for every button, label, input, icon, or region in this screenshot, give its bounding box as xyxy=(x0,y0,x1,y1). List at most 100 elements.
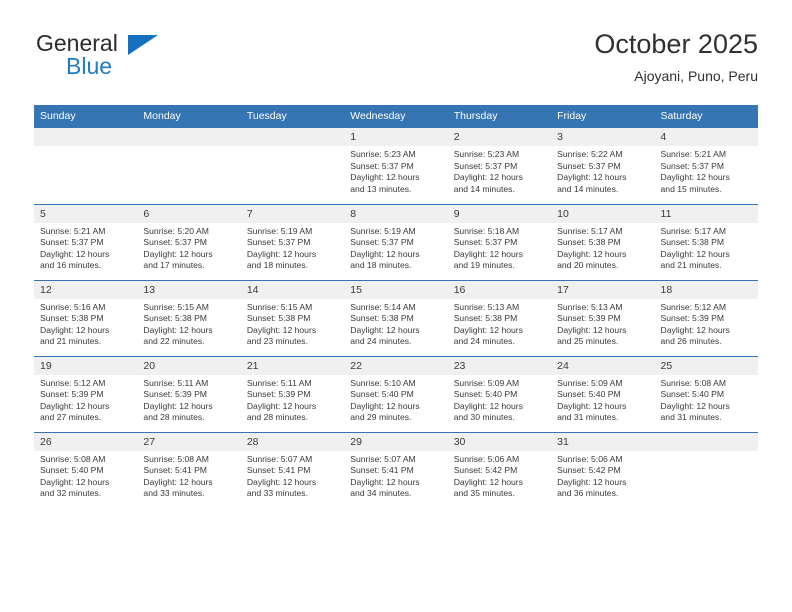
calendar-day-cell[interactable]: 10 Sunrise: 5:17 AM Sunset: 5:38 PM Dayligh… xyxy=(551,203,655,280)
calendar-day-cell[interactable]: 1 Sunrise: 5:23 AM Sunset: 5:37 PM Daylight… xyxy=(344,128,448,204)
calendar-day-cell[interactable]: 30 Sunrise: 5:06 AM Sunset: 5:42 PM Dayligh… xyxy=(447,431,552,508)
calendar-day-cell[interactable]: 6 Sunrise: 5:20 AM Sunset: 5:37 PM Daylight… xyxy=(137,203,241,280)
day-detail-line: Sunset: 5:37 PM xyxy=(453,237,518,248)
day-number: 15 xyxy=(344,280,448,299)
calendar-day-cell[interactable]: 24 Sunrise: 5:09 AM Sunset: 5:40 PM Dayligh… xyxy=(551,355,655,432)
calendar-day-cell[interactable]: 7 Sunrise: 5:19 AM Sunset: 5:37 PM Daylight… xyxy=(240,203,345,280)
calendar-day-cell[interactable]: 29 Sunrise: 5:07 AM Sunset: 5:41 PM Dayligh… xyxy=(344,431,448,508)
title-block: October 2025 Ajoyani, Puno, Peru xyxy=(594,28,758,86)
day-number: 19 xyxy=(34,356,138,375)
day-detail-line: and 26 minutes. xyxy=(660,336,722,347)
day-details: Sunrise: 5:08 AM Sunset: 5:41 PM Daylight:… xyxy=(137,451,240,500)
day-detail-line: Sunset: 5:41 PM xyxy=(350,465,414,476)
calendar-page: General Blue October 2025 Ajoyani, Puno,… xyxy=(0,0,792,612)
day-detail-line: and 34 minutes. xyxy=(350,488,412,499)
day-detail-line: Sunrise: 5:08 AM xyxy=(660,377,726,388)
calendar-week-row: 26 Sunrise: 5:08 AM Sunset: 5:40 PM Dayligh… xyxy=(34,431,758,508)
day-detail-line: Sunrise: 5:08 AM xyxy=(143,453,209,464)
page-header: General Blue October 2025 Ajoyani, Puno,… xyxy=(34,28,758,94)
calendar-day-cell[interactable]: 4 Sunrise: 5:21 AM Sunset: 5:37 PM Daylight… xyxy=(654,128,758,204)
day-detail-line: and 24 minutes. xyxy=(453,336,515,347)
day-detail-line: Daylight: 12 hours xyxy=(40,400,110,411)
calendar-day-cell[interactable]: 12 Sunrise: 5:16 AM Sunset: 5:38 PM Dayligh… xyxy=(34,279,138,356)
calendar-day-cell[interactable]: 14 Sunrise: 5:15 AM Sunset: 5:38 PM Dayligh… xyxy=(240,279,345,356)
calendar-day-cell[interactable]: 11 Sunrise: 5:17 AM Sunset: 5:38 PM Dayligh… xyxy=(654,203,758,280)
calendar-empty-cell xyxy=(137,128,241,204)
day-detail-line: Sunrise: 5:17 AM xyxy=(557,225,623,236)
day-detail-line: Sunset: 5:39 PM xyxy=(557,313,621,324)
day-detail-line: Daylight: 12 hours xyxy=(453,400,523,411)
day-detail-line: Sunrise: 5:17 AM xyxy=(660,225,726,236)
day-number: 17 xyxy=(551,280,655,299)
day-detail-line: Sunset: 5:40 PM xyxy=(660,389,725,400)
day-number: 14 xyxy=(240,280,345,299)
day-detail-line: and 31 minutes. xyxy=(660,412,722,423)
calendar-day-cell[interactable]: 21 Sunrise: 5:11 AM Sunset: 5:39 PM Dayligh… xyxy=(240,355,345,432)
day-detail-line: Sunrise: 5:13 AM xyxy=(453,301,520,312)
day-detail-line: Sunrise: 5:15 AM xyxy=(246,301,313,312)
day-details: Sunrise: 5:07 AM Sunset: 5:41 PM Daylight:… xyxy=(241,451,344,500)
calendar-day-cell[interactable]: 9 Sunrise: 5:18 AM Sunset: 5:37 PM Daylight… xyxy=(447,203,552,280)
day-detail-line: and 30 minutes. xyxy=(453,412,515,423)
calendar-day-cell[interactable]: 17 Sunrise: 5:13 AM Sunset: 5:39 PM Dayligh… xyxy=(551,279,655,356)
day-details: Sunrise: 5:08 AM Sunset: 5:40 PM Daylight:… xyxy=(34,451,137,500)
day-details: Sunrise: 5:15 AM Sunset: 5:38 PM Daylight:… xyxy=(137,299,240,348)
day-details: Sunrise: 5:21 AM Sunset: 5:37 PM Daylight:… xyxy=(34,223,137,272)
day-details: Sunrise: 5:23 AM Sunset: 5:37 PM Daylight:… xyxy=(344,146,447,195)
day-detail-line: Sunset: 5:37 PM xyxy=(143,237,207,248)
calendar-day-cell[interactable]: 28 Sunrise: 5:07 AM Sunset: 5:41 PM Dayligh… xyxy=(240,431,345,508)
calendar-day-cell[interactable]: 18 Sunrise: 5:12 AM Sunset: 5:39 PM Dayligh… xyxy=(654,279,758,356)
day-detail-line: and 36 minutes. xyxy=(557,488,619,499)
calendar-day-cell[interactable]: 8 Sunrise: 5:19 AM Sunset: 5:37 PM Daylight… xyxy=(344,203,448,280)
day-details: Sunrise: 5:21 AM Sunset: 5:37 PM Daylight:… xyxy=(655,146,758,195)
calendar-day-cell[interactable]: 25 Sunrise: 5:08 AM Sunset: 5:40 PM Dayligh… xyxy=(654,355,758,432)
calendar-week-row: 5 Sunrise: 5:21 AM Sunset: 5:37 PM Daylight… xyxy=(34,203,758,280)
day-detail-line: Daylight: 12 hours xyxy=(40,248,110,259)
day-detail-line: Sunrise: 5:10 AM xyxy=(350,377,416,388)
day-number: 24 xyxy=(551,356,655,375)
calendar-day-cell[interactable]: 2 Sunrise: 5:23 AM Sunset: 5:37 PM Daylight… xyxy=(447,128,552,204)
calendar-day-cell[interactable]: 31 Sunrise: 5:06 AM Sunset: 5:42 PM Dayligh… xyxy=(551,431,655,508)
day-number: 7 xyxy=(240,204,345,223)
weekday-header-tuesday: Tuesday xyxy=(240,105,345,128)
day-detail-line: Sunrise: 5:09 AM xyxy=(453,377,520,388)
day-detail-line: Daylight: 12 hours xyxy=(143,324,213,335)
calendar-day-cell[interactable]: 5 Sunrise: 5:21 AM Sunset: 5:37 PM Daylight… xyxy=(34,203,138,280)
day-detail-line: Sunrise: 5:07 AM xyxy=(246,453,313,464)
day-detail-line: Sunrise: 5:07 AM xyxy=(350,453,416,464)
calendar-week-row: 19 Sunrise: 5:12 AM Sunset: 5:39 PM Dayligh… xyxy=(34,355,758,432)
day-detail-line: Sunset: 5:38 PM xyxy=(660,237,725,248)
day-details: Sunrise: 5:15 AM Sunset: 5:38 PM Daylight:… xyxy=(241,299,344,348)
calendar-day-cell[interactable]: 26 Sunrise: 5:08 AM Sunset: 5:40 PM Dayligh… xyxy=(34,431,138,508)
day-detail-line: Daylight: 12 hours xyxy=(246,324,317,335)
day-detail-line: Sunrise: 5:18 AM xyxy=(453,225,520,236)
calendar-day-cell[interactable]: 15 Sunrise: 5:14 AM Sunset: 5:38 PM Dayligh… xyxy=(344,279,448,356)
weekday-header-monday: Monday xyxy=(137,105,241,128)
day-number: 22 xyxy=(344,356,448,375)
day-detail-line: and 13 minutes. xyxy=(350,183,412,194)
calendar-day-cell[interactable]: 16 Sunrise: 5:13 AM Sunset: 5:38 PM Dayligh… xyxy=(447,279,552,356)
day-details: Sunrise: 5:18 AM Sunset: 5:37 PM Daylight:… xyxy=(448,223,551,272)
calendar-day-cell[interactable]: 23 Sunrise: 5:09 AM Sunset: 5:40 PM Dayligh… xyxy=(447,355,552,432)
day-details: Sunrise: 5:20 AM Sunset: 5:37 PM Daylight:… xyxy=(137,223,240,272)
day-detail-line: Sunset: 5:37 PM xyxy=(350,160,414,171)
day-number: 29 xyxy=(344,432,448,451)
day-number: 27 xyxy=(137,432,241,451)
day-details: Sunrise: 5:17 AM Sunset: 5:38 PM Daylight:… xyxy=(655,223,758,272)
calendar-day-cell[interactable]: 20 Sunrise: 5:11 AM Sunset: 5:39 PM Dayligh… xyxy=(137,355,241,432)
day-detail-line: Sunrise: 5:11 AM xyxy=(143,377,209,388)
general-blue-logo[interactable]: General Blue xyxy=(34,28,294,88)
calendar-day-cell[interactable]: 13 Sunrise: 5:15 AM Sunset: 5:38 PM Dayligh… xyxy=(137,279,241,356)
day-detail-line: and 31 minutes. xyxy=(557,412,619,423)
calendar-day-cell[interactable]: 27 Sunrise: 5:08 AM Sunset: 5:41 PM Dayligh… xyxy=(137,431,241,508)
calendar-day-cell[interactable]: 22 Sunrise: 5:10 AM Sunset: 5:40 PM Dayligh… xyxy=(344,355,448,432)
day-details: Sunrise: 5:17 AM Sunset: 5:38 PM Daylight:… xyxy=(551,223,654,272)
calendar-day-cell[interactable]: 19 Sunrise: 5:12 AM Sunset: 5:39 PM Dayligh… xyxy=(34,355,138,432)
calendar-day-cell[interactable]: 3 Sunrise: 5:22 AM Sunset: 5:37 PM Daylight… xyxy=(551,128,655,204)
day-details: Sunrise: 5:09 AM Sunset: 5:40 PM Daylight:… xyxy=(448,375,551,424)
day-number: 16 xyxy=(447,280,552,299)
day-detail-line: Sunrise: 5:22 AM xyxy=(557,149,623,159)
day-number xyxy=(34,128,138,146)
day-detail-line: Sunset: 5:38 PM xyxy=(453,313,518,324)
weekday-header-sunday: Sunday xyxy=(34,105,138,128)
